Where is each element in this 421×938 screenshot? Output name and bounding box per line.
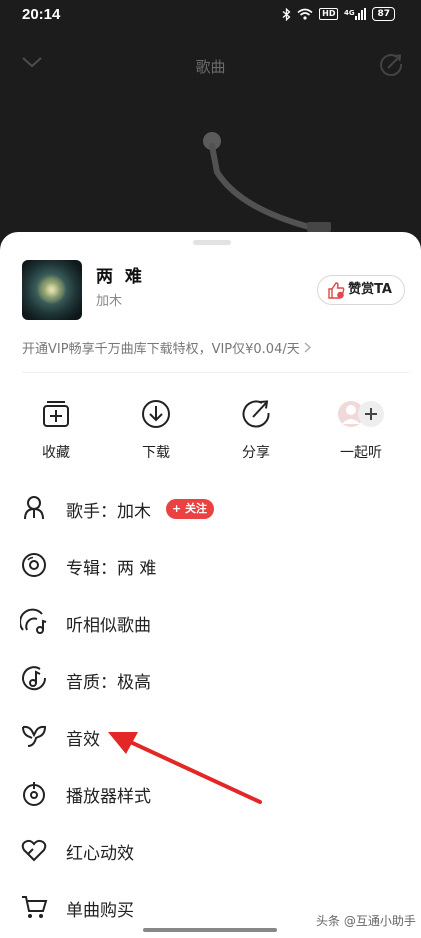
cart-icon	[20, 893, 48, 925]
menu-item-singer[interactable]: 歌手：加木 + 关注	[0, 480, 421, 536]
share-label: 分享	[242, 445, 270, 461]
collect-icon	[41, 399, 71, 433]
album-cover	[22, 260, 82, 320]
sheet-drag-handle[interactable]	[193, 240, 231, 245]
menu-item-player-style[interactable]: 播放器样式	[0, 765, 421, 821]
status-icons: HD 4G 87	[282, 7, 395, 21]
menu-item-heart-effect[interactable]: 红心动效	[0, 822, 421, 878]
reward-button[interactable]: 赞赏TA	[317, 275, 405, 305]
player-share-icon[interactable]	[377, 51, 405, 83]
menu-label-purchase: 单曲购买	[66, 901, 134, 921]
menu-item-similar-songs[interactable]: 听相似歌曲	[0, 594, 421, 650]
sound-effect-icon	[20, 722, 48, 754]
menu-label-player-style: 播放器样式	[66, 787, 151, 807]
menu-label-sound-effect: 音效	[66, 730, 100, 750]
follow-badge-label: 关注	[185, 502, 208, 515]
song-artist[interactable]: 加木	[96, 290, 122, 309]
download-icon	[141, 399, 171, 433]
follow-badge[interactable]: + 关注	[166, 499, 215, 519]
chevron-right-icon	[304, 342, 311, 357]
tonearm-graphic	[195, 124, 335, 240]
menu-item-quality[interactable]: 音质：极高	[0, 651, 421, 707]
watermark: 头条 @互通小助手	[316, 914, 416, 928]
battery-indicator: 87	[372, 7, 395, 21]
player-header-title: 歌曲	[195, 58, 226, 76]
quick-actions: 收藏 下载 分享 一起听	[0, 398, 421, 468]
similar-songs-icon	[19, 608, 48, 640]
hd-badge: HD	[319, 8, 339, 20]
share-button[interactable]: 分享	[221, 398, 291, 462]
song-title: 两 难	[96, 267, 145, 287]
menu-label-singer: 歌手：加木	[66, 502, 151, 522]
listen-together-label: 一起听	[340, 445, 382, 461]
bluetooth-icon	[282, 7, 291, 21]
status-bar: 20:14 HD 4G 87	[0, 0, 421, 32]
player-style-icon	[20, 779, 48, 811]
menu-label-album: 专辑：两 难	[66, 559, 157, 579]
share-icon	[241, 399, 271, 433]
album-icon	[20, 551, 48, 583]
heart-effect-icon	[20, 836, 48, 868]
status-time: 20:14	[22, 6, 61, 23]
menu-label-heart-effect: 红心动效	[66, 844, 134, 864]
vip-promo-text: 开通VIP畅享千万曲库下载特权，VIP仅¥0.04/天	[22, 342, 300, 357]
player-header: 歌曲	[0, 48, 421, 84]
menu-item-album[interactable]: 专辑：两 难	[0, 537, 421, 593]
vip-promo[interactable]: 开通VIP畅享千万曲库下载特权，VIP仅¥0.04/天	[22, 338, 311, 357]
menu-label-quality: 音质：极高	[66, 673, 151, 693]
song-options-sheet: 两 难 加木 赞赏TA 开通VIP畅享千万曲库下载特权，VIP仅¥0.04/天 …	[0, 232, 421, 938]
signal-icon: 4G	[344, 8, 367, 20]
singer-icon	[20, 494, 48, 526]
home-indicator	[143, 928, 277, 932]
menu-item-sound-effect[interactable]: 音效	[0, 708, 421, 764]
download-label: 下载	[142, 445, 170, 461]
quality-icon	[20, 665, 48, 697]
listen-together-icon	[333, 399, 389, 433]
reward-label: 赞赏TA	[348, 282, 392, 297]
divider	[22, 372, 409, 373]
download-button[interactable]: 下载	[121, 398, 191, 462]
menu-label-similar-songs: 听相似歌曲	[66, 616, 151, 636]
listen-together-button[interactable]: 一起听	[326, 398, 396, 462]
svg-text:4G: 4G	[344, 9, 355, 17]
thumbs-up-icon	[327, 281, 346, 311]
collect-button[interactable]: 收藏	[21, 398, 91, 462]
collect-label: 收藏	[42, 445, 70, 461]
wifi-icon	[297, 8, 313, 20]
